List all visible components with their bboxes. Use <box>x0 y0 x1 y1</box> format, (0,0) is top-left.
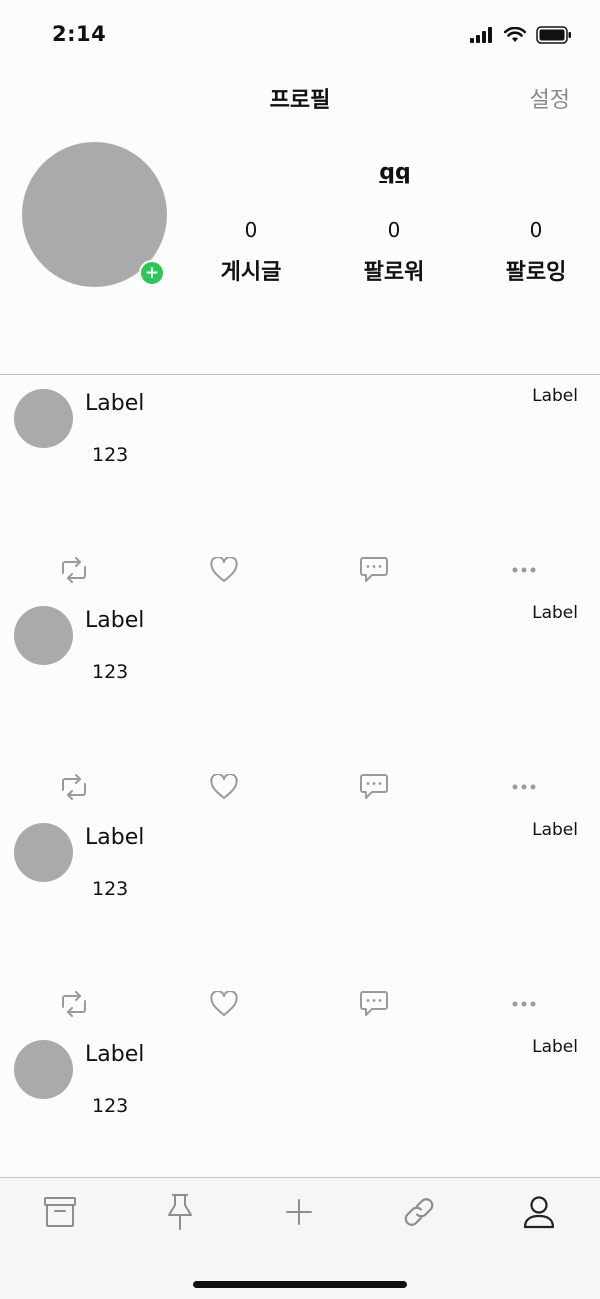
repost-icon[interactable] <box>57 989 91 1019</box>
stat-following-count: 0 <box>529 218 543 242</box>
post-avatar[interactable] <box>14 1040 73 1099</box>
stat-posts-count: 0 <box>244 218 258 242</box>
page-title: 프로필 <box>269 88 331 113</box>
more-icon[interactable] <box>507 772 541 802</box>
plus-icon[interactable] <box>279 1192 319 1232</box>
comment-icon[interactable] <box>357 989 391 1019</box>
post-actions <box>0 989 600 1019</box>
stat-followers-label: 팔로워 <box>363 260 425 285</box>
heart-icon[interactable] <box>207 555 241 585</box>
signal-icon <box>470 27 492 43</box>
wifi-icon <box>504 27 526 42</box>
username: qq <box>379 160 411 185</box>
nav-bar: 프로필 설정 <box>0 72 600 122</box>
more-icon[interactable] <box>507 989 541 1019</box>
post-item[interactable]: Label Label 123 <box>0 375 600 592</box>
post-avatar[interactable] <box>14 823 73 882</box>
post-author: Label <box>85 391 145 416</box>
post-actions <box>0 772 600 802</box>
repost-icon[interactable] <box>57 772 91 802</box>
archive-icon[interactable] <box>40 1192 80 1232</box>
status-icons <box>470 26 572 44</box>
stat-following[interactable]: 0 팔로잉 <box>466 218 600 286</box>
profile-header: + qq 0 게시글 0 팔로워 0 팔로잉 <box>0 122 600 374</box>
post-body: 123 <box>92 661 129 683</box>
post-item[interactable]: Label Label 123 <box>0 809 600 1026</box>
post-tag: Label <box>532 386 578 406</box>
tab-bar <box>0 1177 600 1299</box>
status-bar: 2:14 <box>0 0 600 72</box>
post-author: Label <box>85 608 145 633</box>
repost-icon[interactable] <box>57 555 91 585</box>
stat-followers-count: 0 <box>387 218 401 242</box>
add-photo-icon[interactable]: + <box>139 260 165 286</box>
comment-icon[interactable] <box>357 555 391 585</box>
stat-posts-label: 게시글 <box>220 260 282 285</box>
battery-icon <box>536 26 571 44</box>
stat-followers[interactable]: 0 팔로워 <box>324 218 464 286</box>
post-actions <box>0 555 600 585</box>
more-icon[interactable] <box>507 555 541 585</box>
post-avatar[interactable] <box>14 606 73 665</box>
post-feed[interactable]: Label Label 123 Label Label 123 Label La… <box>0 375 600 1243</box>
post-body: 123 <box>92 878 129 900</box>
status-time: 2:14 <box>52 22 107 46</box>
stat-following-label: 팔로잉 <box>505 260 567 285</box>
stat-posts[interactable]: 0 게시글 <box>181 218 321 286</box>
post-tag: Label <box>532 1037 578 1057</box>
heart-icon[interactable] <box>207 989 241 1019</box>
post-author: Label <box>85 825 145 850</box>
post-tag: Label <box>532 820 578 840</box>
post-body: 123 <box>92 1095 129 1117</box>
heart-icon[interactable] <box>207 772 241 802</box>
comment-icon[interactable] <box>357 772 391 802</box>
post-author: Label <box>85 1042 145 1067</box>
post-avatar[interactable] <box>14 389 73 448</box>
link-icon[interactable] <box>399 1192 439 1232</box>
home-indicator <box>193 1281 407 1288</box>
person-icon[interactable] <box>519 1192 559 1232</box>
post-tag: Label <box>532 603 578 623</box>
post-item[interactable]: Label Label 123 <box>0 592 600 809</box>
post-body: 123 <box>92 444 129 466</box>
pin-icon[interactable] <box>160 1192 200 1232</box>
settings-button[interactable]: 설정 <box>530 82 570 114</box>
